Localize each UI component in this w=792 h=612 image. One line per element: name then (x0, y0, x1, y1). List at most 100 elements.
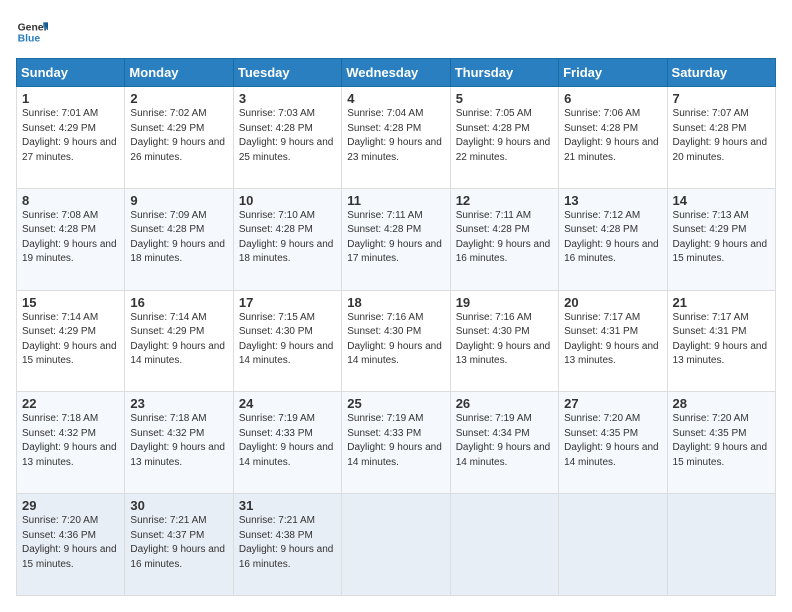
day-number: 17 (239, 295, 336, 310)
calendar-day-cell: 8 Sunrise: 7:08 AMSunset: 4:28 PMDayligh… (17, 188, 125, 290)
calendar-day-cell: 27 Sunrise: 7:20 AMSunset: 4:35 PMDaylig… (559, 392, 667, 494)
day-number: 2 (130, 91, 227, 106)
day-info: Sunrise: 7:20 AMSunset: 4:36 PMDaylight:… (22, 515, 117, 570)
calendar-day-cell: 18 Sunrise: 7:16 AMSunset: 4:30 PMDaylig… (342, 290, 450, 392)
day-info: Sunrise: 7:13 AMSunset: 4:29 PMDaylight:… (673, 210, 768, 265)
day-info: Sunrise: 7:06 AMSunset: 4:28 PMDaylight:… (564, 108, 659, 163)
day-info: Sunrise: 7:09 AMSunset: 4:28 PMDaylight:… (130, 210, 225, 265)
day-info: Sunrise: 7:16 AMSunset: 4:30 PMDaylight:… (347, 312, 442, 367)
day-info: Sunrise: 7:18 AMSunset: 4:32 PMDaylight:… (130, 413, 225, 468)
calendar-day-cell: 12 Sunrise: 7:11 AMSunset: 4:28 PMDaylig… (450, 188, 558, 290)
calendar-day-cell (559, 494, 667, 596)
calendar-day-cell: 26 Sunrise: 7:19 AMSunset: 4:34 PMDaylig… (450, 392, 558, 494)
calendar-day-cell (667, 494, 775, 596)
day-number: 19 (456, 295, 553, 310)
day-info: Sunrise: 7:12 AMSunset: 4:28 PMDaylight:… (564, 210, 659, 265)
calendar-day-cell: 6 Sunrise: 7:06 AMSunset: 4:28 PMDayligh… (559, 87, 667, 189)
day-number: 5 (456, 91, 553, 106)
day-number: 7 (673, 91, 770, 106)
calendar-week-row: 15 Sunrise: 7:14 AMSunset: 4:29 PMDaylig… (17, 290, 776, 392)
day-info: Sunrise: 7:19 AMSunset: 4:33 PMDaylight:… (239, 413, 334, 468)
calendar-day-cell: 9 Sunrise: 7:09 AMSunset: 4:28 PMDayligh… (125, 188, 233, 290)
day-number: 30 (130, 498, 227, 513)
day-info: Sunrise: 7:02 AMSunset: 4:29 PMDaylight:… (130, 108, 225, 163)
day-number: 13 (564, 193, 661, 208)
day-number: 11 (347, 193, 444, 208)
svg-text:Blue: Blue (18, 34, 41, 45)
page: General Blue SundayMondayTuesdayWednesda… (0, 0, 792, 612)
day-number: 31 (239, 498, 336, 513)
calendar-day-cell: 1 Sunrise: 7:01 AMSunset: 4:29 PMDayligh… (17, 87, 125, 189)
calendar-day-cell: 31 Sunrise: 7:21 AMSunset: 4:38 PMDaylig… (233, 494, 341, 596)
calendar-day-cell: 21 Sunrise: 7:17 AMSunset: 4:31 PMDaylig… (667, 290, 775, 392)
day-info: Sunrise: 7:14 AMSunset: 4:29 PMDaylight:… (22, 312, 117, 367)
calendar-day-cell: 13 Sunrise: 7:12 AMSunset: 4:28 PMDaylig… (559, 188, 667, 290)
logo: General Blue (16, 16, 48, 48)
calendar-weekday-header: Thursday (450, 59, 558, 87)
day-number: 10 (239, 193, 336, 208)
day-number: 4 (347, 91, 444, 106)
day-number: 27 (564, 396, 661, 411)
day-info: Sunrise: 7:07 AMSunset: 4:28 PMDaylight:… (673, 108, 768, 163)
calendar-weekday-header: Wednesday (342, 59, 450, 87)
day-number: 24 (239, 396, 336, 411)
calendar-day-cell: 28 Sunrise: 7:20 AMSunset: 4:35 PMDaylig… (667, 392, 775, 494)
day-number: 28 (673, 396, 770, 411)
calendar-day-cell: 7 Sunrise: 7:07 AMSunset: 4:28 PMDayligh… (667, 87, 775, 189)
calendar-day-cell: 11 Sunrise: 7:11 AMSunset: 4:28 PMDaylig… (342, 188, 450, 290)
day-number: 16 (130, 295, 227, 310)
day-info: Sunrise: 7:20 AMSunset: 4:35 PMDaylight:… (564, 413, 659, 468)
calendar-weekday-header: Friday (559, 59, 667, 87)
calendar-day-cell: 15 Sunrise: 7:14 AMSunset: 4:29 PMDaylig… (17, 290, 125, 392)
day-number: 29 (22, 498, 119, 513)
calendar-week-row: 29 Sunrise: 7:20 AMSunset: 4:36 PMDaylig… (17, 494, 776, 596)
calendar-header-row: SundayMondayTuesdayWednesdayThursdayFrid… (17, 59, 776, 87)
calendar-day-cell: 30 Sunrise: 7:21 AMSunset: 4:37 PMDaylig… (125, 494, 233, 596)
day-info: Sunrise: 7:08 AMSunset: 4:28 PMDaylight:… (22, 210, 117, 265)
day-number: 3 (239, 91, 336, 106)
day-info: Sunrise: 7:20 AMSunset: 4:35 PMDaylight:… (673, 413, 768, 468)
day-info: Sunrise: 7:05 AMSunset: 4:28 PMDaylight:… (456, 108, 551, 163)
day-info: Sunrise: 7:21 AMSunset: 4:37 PMDaylight:… (130, 515, 225, 570)
calendar-day-cell (342, 494, 450, 596)
day-number: 15 (22, 295, 119, 310)
calendar-weekday-header: Monday (125, 59, 233, 87)
header: General Blue (16, 16, 776, 48)
day-number: 12 (456, 193, 553, 208)
calendar-day-cell: 29 Sunrise: 7:20 AMSunset: 4:36 PMDaylig… (17, 494, 125, 596)
calendar-day-cell: 10 Sunrise: 7:10 AMSunset: 4:28 PMDaylig… (233, 188, 341, 290)
calendar-day-cell: 2 Sunrise: 7:02 AMSunset: 4:29 PMDayligh… (125, 87, 233, 189)
day-number: 21 (673, 295, 770, 310)
day-number: 9 (130, 193, 227, 208)
calendar-day-cell (450, 494, 558, 596)
calendar-day-cell: 23 Sunrise: 7:18 AMSunset: 4:32 PMDaylig… (125, 392, 233, 494)
calendar-day-cell: 4 Sunrise: 7:04 AMSunset: 4:28 PMDayligh… (342, 87, 450, 189)
calendar-week-row: 1 Sunrise: 7:01 AMSunset: 4:29 PMDayligh… (17, 87, 776, 189)
day-number: 25 (347, 396, 444, 411)
day-info: Sunrise: 7:10 AMSunset: 4:28 PMDaylight:… (239, 210, 334, 265)
day-number: 26 (456, 396, 553, 411)
calendar-day-cell: 25 Sunrise: 7:19 AMSunset: 4:33 PMDaylig… (342, 392, 450, 494)
day-info: Sunrise: 7:15 AMSunset: 4:30 PMDaylight:… (239, 312, 334, 367)
day-info: Sunrise: 7:21 AMSunset: 4:38 PMDaylight:… (239, 515, 334, 570)
day-info: Sunrise: 7:11 AMSunset: 4:28 PMDaylight:… (347, 210, 442, 265)
calendar-week-row: 22 Sunrise: 7:18 AMSunset: 4:32 PMDaylig… (17, 392, 776, 494)
day-number: 20 (564, 295, 661, 310)
day-number: 1 (22, 91, 119, 106)
day-info: Sunrise: 7:04 AMSunset: 4:28 PMDaylight:… (347, 108, 442, 163)
day-info: Sunrise: 7:16 AMSunset: 4:30 PMDaylight:… (456, 312, 551, 367)
day-info: Sunrise: 7:14 AMSunset: 4:29 PMDaylight:… (130, 312, 225, 367)
day-info: Sunrise: 7:17 AMSunset: 4:31 PMDaylight:… (673, 312, 768, 367)
day-info: Sunrise: 7:19 AMSunset: 4:34 PMDaylight:… (456, 413, 551, 468)
calendar-day-cell: 24 Sunrise: 7:19 AMSunset: 4:33 PMDaylig… (233, 392, 341, 494)
calendar-weekday-header: Saturday (667, 59, 775, 87)
calendar-day-cell: 16 Sunrise: 7:14 AMSunset: 4:29 PMDaylig… (125, 290, 233, 392)
day-number: 14 (673, 193, 770, 208)
calendar-day-cell: 22 Sunrise: 7:18 AMSunset: 4:32 PMDaylig… (17, 392, 125, 494)
day-info: Sunrise: 7:17 AMSunset: 4:31 PMDaylight:… (564, 312, 659, 367)
calendar-day-cell: 20 Sunrise: 7:17 AMSunset: 4:31 PMDaylig… (559, 290, 667, 392)
day-info: Sunrise: 7:11 AMSunset: 4:28 PMDaylight:… (456, 210, 551, 265)
calendar-week-row: 8 Sunrise: 7:08 AMSunset: 4:28 PMDayligh… (17, 188, 776, 290)
calendar-day-cell: 5 Sunrise: 7:05 AMSunset: 4:28 PMDayligh… (450, 87, 558, 189)
calendar-day-cell: 17 Sunrise: 7:15 AMSunset: 4:30 PMDaylig… (233, 290, 341, 392)
